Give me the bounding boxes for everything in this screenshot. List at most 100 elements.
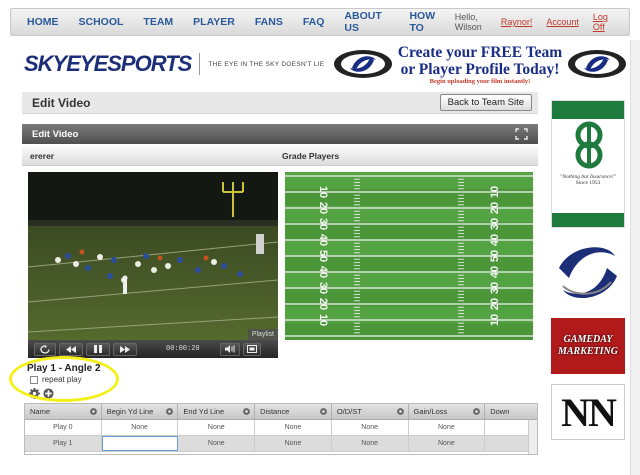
- add-circle-icon[interactable]: [43, 388, 54, 399]
- nav-player[interactable]: PLAYER: [183, 9, 245, 35]
- gear-icon[interactable]: [165, 407, 174, 416]
- grade-players-title: Grade Players: [282, 151, 340, 161]
- yard-number: 10: [317, 186, 329, 198]
- cell-name[interactable]: Play 1: [25, 436, 102, 451]
- nav-fans[interactable]: FANS: [245, 9, 293, 35]
- back-to-team-site-button[interactable]: Back to Team Site: [439, 94, 532, 111]
- yard-number: 20: [317, 298, 329, 310]
- column-label: Distance: [260, 407, 290, 416]
- nav-school[interactable]: SCHOOL: [69, 9, 134, 35]
- cell-end-yd-line[interactable]: None: [178, 436, 256, 451]
- gear-icon[interactable]: [472, 407, 481, 416]
- volume-icon: [224, 345, 235, 353]
- gameday-marketing-ad[interactable]: GAMEDAY MARKETING: [551, 318, 625, 374]
- insurance-ad[interactable]: "Nothing but Insurance!" Since 1953: [551, 100, 625, 228]
- yard-number: 10: [489, 186, 501, 198]
- column-header-gain-loss[interactable]: Gain/Loss: [409, 404, 486, 419]
- cell-end-yd-line[interactable]: None: [178, 420, 256, 435]
- column-header-name[interactable]: Name: [25, 404, 102, 419]
- yard-number: 40: [317, 234, 329, 246]
- video-controls: 00:00:20: [28, 340, 278, 358]
- cell-begin-yd-line-editor[interactable]: [101, 436, 179, 451]
- video-player[interactable]: Playlist: [28, 172, 278, 340]
- user-name-link[interactable]: Raynor!: [501, 17, 533, 27]
- gear-icon[interactable]: [319, 407, 328, 416]
- page-header: Edit Video Back to Team Site: [22, 92, 538, 114]
- greeting-text: Hello, Wilson: [454, 12, 482, 32]
- swoosh-logo-icon: [559, 247, 617, 299]
- football-field-graphic: 10 10 20 20 30 30 40 40 50 50 40 40 30 30 20 20 10 10: [285, 172, 533, 340]
- column-header-end-yd-line[interactable]: End Yd Line: [178, 404, 256, 419]
- cell-distance[interactable]: None: [255, 420, 332, 435]
- nav-home[interactable]: HOME: [11, 9, 69, 35]
- column-header-o-d-st[interactable]: O/D/ST: [332, 404, 409, 419]
- nn-ad[interactable]: NN: [551, 384, 625, 440]
- insurance-since: Since 1953: [575, 180, 601, 186]
- column-label: Down: [490, 407, 510, 416]
- cell-o-d-st[interactable]: None: [332, 436, 409, 451]
- cell-gain-loss[interactable]: None: [409, 436, 486, 451]
- cell-name[interactable]: Play 0: [25, 420, 102, 435]
- fast-forward-button[interactable]: [113, 342, 137, 356]
- gear-icon[interactable]: [29, 388, 40, 399]
- brand-logo[interactable]: SKYEYESPORTS THE EYE IN THE SKY DOESN'T …: [24, 48, 324, 80]
- ad-banner[interactable]: Create your FREE Team or Player Profile …: [332, 40, 628, 88]
- yard-number: 30: [489, 282, 501, 294]
- table-row[interactable]: Play 0 None None None None None: [25, 420, 537, 436]
- skyeye-side-ad[interactable]: [551, 238, 625, 308]
- fullscreen-icon[interactable]: [515, 128, 528, 140]
- cell-begin-yd-line[interactable]: None: [102, 420, 179, 435]
- nav-how-to[interactable]: HOW TO: [399, 9, 454, 35]
- ad-subline: Begin uploading your film instantly!: [429, 77, 531, 85]
- fast-forward-icon: [120, 345, 130, 353]
- eye-logo-icon: [334, 50, 392, 78]
- cell-gain-loss[interactable]: None: [409, 420, 486, 435]
- grade-players-field[interactable]: 10 10 20 20 30 30 40 40 50 50 40 40 30 30 20 20 10 10: [285, 172, 533, 340]
- column-header-begin-yd-line[interactable]: Begin Yd Line: [102, 404, 179, 419]
- panel-subheader: ererer Grade Players: [22, 146, 538, 166]
- nav-faq[interactable]: FAQ: [293, 9, 335, 35]
- column-header-down[interactable]: Down: [485, 404, 537, 419]
- cell-distance[interactable]: None: [255, 436, 332, 451]
- playlist-button[interactable]: Playlist: [247, 329, 278, 340]
- top-nav: HOME SCHOOL TEAM PLAYER FANS FAQ ABOUT U…: [10, 8, 630, 36]
- rewind-button[interactable]: [59, 342, 83, 356]
- nav-about-us[interactable]: ABOUT US: [334, 9, 399, 35]
- gear-icon[interactable]: [396, 407, 405, 416]
- page-title: Edit Video: [32, 95, 91, 110]
- ad-stripe-bottom: [552, 213, 624, 227]
- gear-icon[interactable]: [242, 407, 251, 416]
- yard-number: 50: [489, 250, 501, 262]
- panel-header: Edit Video: [22, 124, 538, 144]
- logoff-link[interactable]: Log Off: [593, 12, 617, 32]
- video-frame: [28, 172, 278, 340]
- nav-team[interactable]: TEAM: [133, 9, 183, 35]
- yard-number: 40: [489, 234, 501, 246]
- volume-button[interactable]: [219, 342, 240, 356]
- gameday-text: GAMEDAY MARKETING: [557, 334, 618, 357]
- ad-text: Create your FREE Team or Player Profile …: [394, 44, 566, 85]
- repeat-play-checkbox[interactable]: [30, 375, 38, 384]
- grid-scrollbar[interactable]: [528, 420, 537, 454]
- column-header-distance[interactable]: Distance: [255, 404, 332, 419]
- pause-button[interactable]: [86, 342, 110, 356]
- column-label: Begin Yd Line: [106, 407, 154, 416]
- column-label: Gain/Loss: [413, 407, 448, 416]
- yard-number: 20: [317, 202, 329, 214]
- fullscreen-button[interactable]: [242, 342, 261, 356]
- yard-number: 20: [489, 202, 501, 214]
- repeat-play-option[interactable]: repeat play: [30, 375, 82, 384]
- play-angle-label: Play 1 - Angle 2: [27, 363, 101, 374]
- table-row[interactable]: Play 1 None None None None: [25, 436, 537, 452]
- gear-icon[interactable]: [89, 407, 98, 416]
- column-label: Name: [30, 407, 51, 416]
- yard-number: 10: [317, 314, 329, 326]
- yard-number: 40: [489, 266, 501, 278]
- page-scrollbar[interactable]: [630, 40, 640, 475]
- cell-o-d-st[interactable]: None: [332, 420, 409, 435]
- ad-headline-2: or Player Profile Today!: [400, 60, 560, 78]
- yard-number: 30: [489, 218, 501, 230]
- replay-button[interactable]: [34, 342, 56, 356]
- account-link[interactable]: Account: [546, 17, 579, 27]
- repeat-play-label: repeat play: [42, 375, 82, 384]
